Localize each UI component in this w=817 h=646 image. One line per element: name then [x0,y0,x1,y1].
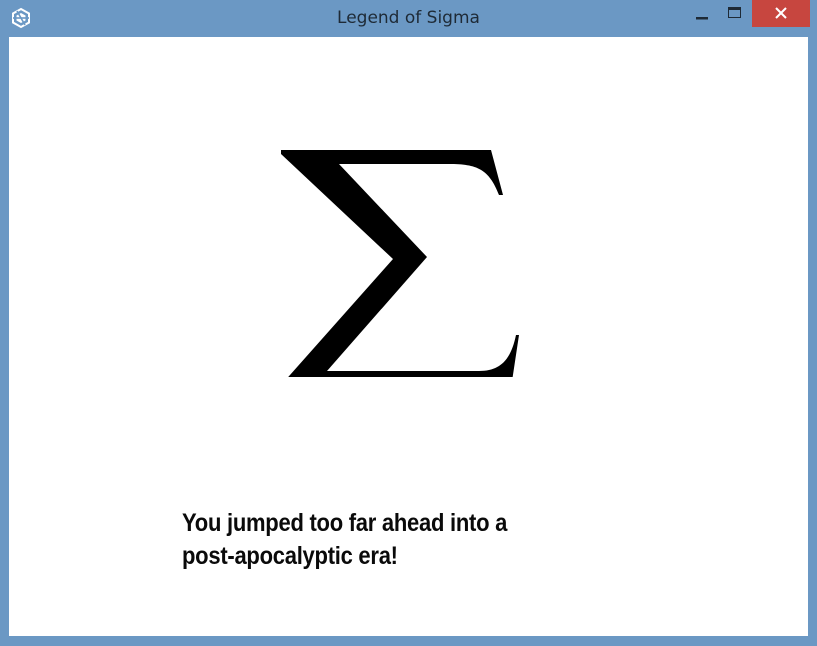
game-viewport[interactable]: You jumped too far ahead into a post-apo… [9,37,808,636]
title-bar[interactable]: Legend of Sigma [0,0,817,36]
sigma-symbol [281,150,519,377]
close-button[interactable] [752,0,810,27]
maximize-button[interactable] [720,0,748,27]
minimize-icon [696,17,708,20]
unity-logo-icon[interactable] [10,7,32,29]
game-message: You jumped too far ahead into a post-apo… [182,507,552,573]
game-window: Legend of Sigma You jumped too far ahead… [0,0,817,646]
minimize-button[interactable] [688,0,716,27]
message-line-1: You jumped too far ahead into a [182,509,508,537]
maximize-icon [728,7,741,18]
close-icon [775,7,787,19]
message-line-2: post-apocalyptic era! [182,542,398,570]
